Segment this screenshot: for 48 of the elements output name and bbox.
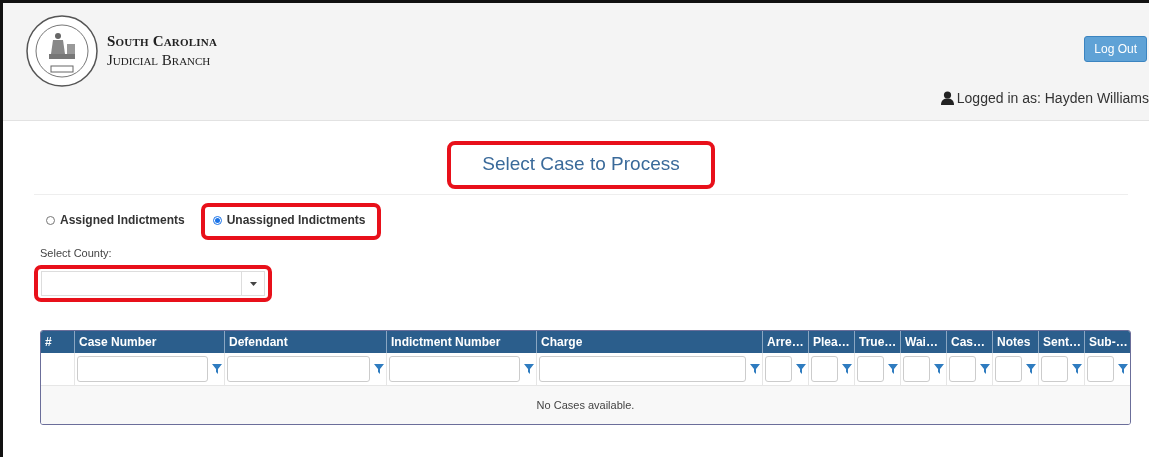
- caret-icon: [249, 281, 257, 286]
- filter-icon[interactable]: [1026, 364, 1036, 374]
- filter-icon[interactable]: [842, 364, 852, 374]
- filter-icon[interactable]: [1118, 364, 1128, 374]
- filter-icon[interactable]: [212, 364, 222, 374]
- column-header[interactable]: Plea…: [808, 331, 854, 353]
- filter-field[interactable]: [227, 356, 370, 382]
- filter-field[interactable]: [857, 356, 884, 382]
- filter-icon[interactable]: [796, 364, 806, 374]
- filter-field[interactable]: [811, 356, 838, 382]
- filter-field[interactable]: [77, 356, 208, 382]
- filter-icon[interactable]: [524, 364, 534, 374]
- filter-icon[interactable]: [374, 364, 384, 374]
- filter-icon[interactable]: [1072, 364, 1082, 374]
- filter-icon[interactable]: [934, 364, 944, 374]
- org-name: South Carolina: [107, 32, 218, 51]
- org-subtitle: Judicial Branch: [107, 51, 212, 70]
- filter-field[interactable]: [1087, 356, 1114, 382]
- column-header[interactable]: Charge: [536, 331, 762, 353]
- filter-icon[interactable]: [980, 364, 990, 374]
- filter-field[interactable]: [995, 356, 1022, 382]
- radio-option[interactable]: Assigned Indictments: [34, 203, 201, 240]
- column-header[interactable]: Arre…: [762, 331, 808, 353]
- filter-field[interactable]: [903, 356, 930, 382]
- radio-option[interactable]: Unassigned Indictments: [200, 203, 382, 240]
- column-header[interactable]: True…: [854, 331, 900, 353]
- empty-message: No Cases available.: [41, 386, 1130, 424]
- county-select[interactable]: [41, 271, 265, 296]
- filter-field[interactable]: [389, 356, 520, 382]
- column-header[interactable]: #: [41, 331, 74, 353]
- column-header[interactable]: Defendant: [224, 331, 386, 353]
- column-header[interactable]: Sent…: [1038, 331, 1084, 353]
- county-label: Select County:: [40, 247, 113, 259]
- filter-icon[interactable]: [750, 364, 760, 374]
- user-icon: [940, 91, 954, 105]
- filter-icon[interactable]: [888, 364, 898, 374]
- page-title: Select Case to Process: [447, 141, 715, 189]
- filter-field[interactable]: [949, 356, 976, 382]
- filter-field[interactable]: [765, 356, 792, 382]
- column-header[interactable]: Indictment Number: [386, 331, 536, 353]
- column-header[interactable]: Case Number: [74, 331, 224, 353]
- logged-in-text: Logged in as: Hayden Williams: [956, 90, 1149, 106]
- column-header[interactable]: Notes: [992, 331, 1038, 353]
- column-header[interactable]: Sub-…: [1084, 331, 1130, 353]
- column-header[interactable]: Cas…: [946, 331, 992, 353]
- column-header[interactable]: Wai…: [900, 331, 946, 353]
- filter-field[interactable]: [1041, 356, 1068, 382]
- filter-field[interactable]: [539, 356, 746, 382]
